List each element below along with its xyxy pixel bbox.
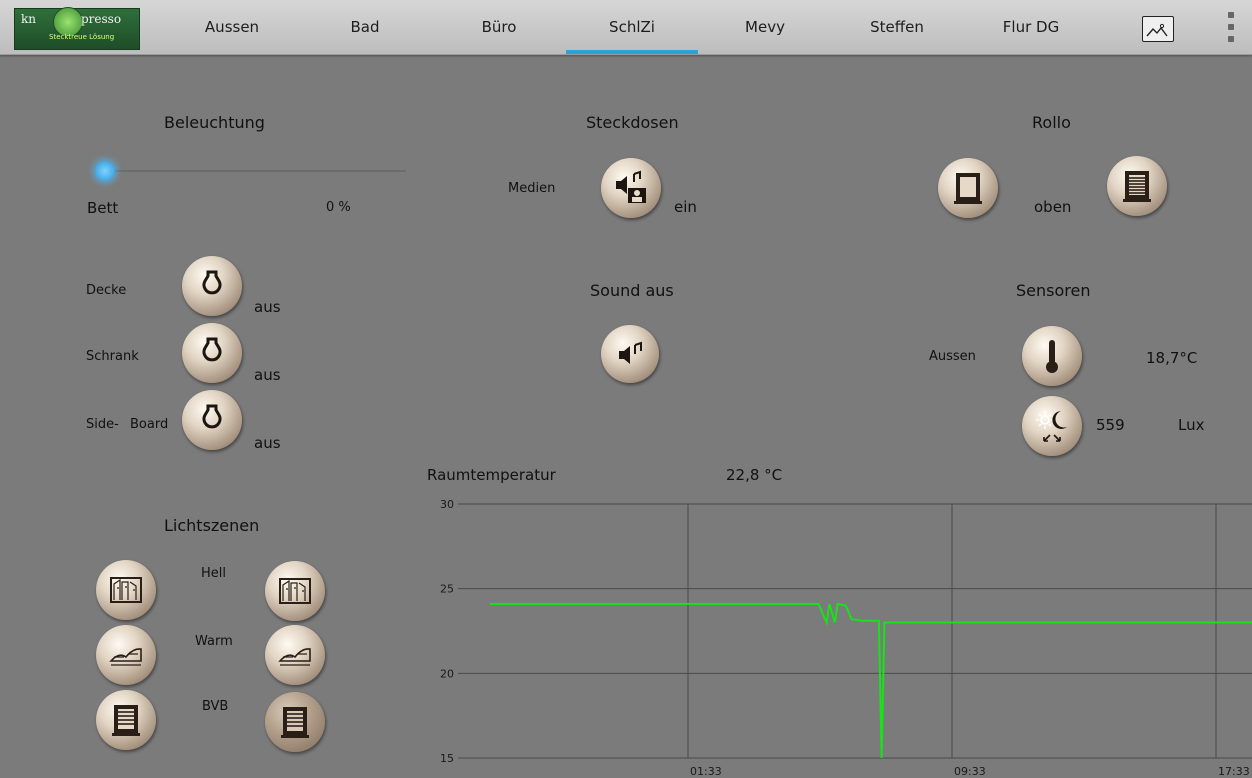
tab-aussen[interactable]: Aussen xyxy=(168,0,296,54)
bulb-icon xyxy=(202,337,222,362)
media-icon xyxy=(616,170,646,203)
medien-label: Medien xyxy=(508,181,556,196)
tab-schlzi[interactable]: SchlZi xyxy=(566,0,698,54)
raumtemperatur-label: Raumtemperatur xyxy=(427,466,556,484)
raumtemperatur-chart: 15 20 25 30 01:33 09:33 17:33 xyxy=(440,498,1252,778)
scene-bvb-off-button[interactable] xyxy=(265,692,325,752)
window-up-icon xyxy=(954,173,982,204)
chart-y-tick-label: 20 xyxy=(440,667,454,680)
aussen-sensor-label: Aussen xyxy=(929,349,976,364)
chart-y-ticks: 15 20 25 30 xyxy=(440,498,454,765)
chart-x-tick-label: 09:33 xyxy=(954,765,986,778)
rollo-title: Rollo xyxy=(1032,113,1071,132)
rollo-down-button[interactable] xyxy=(1107,156,1167,216)
tab-bad[interactable]: Bad xyxy=(300,0,430,54)
scene-hell-off-button[interactable] xyxy=(265,561,325,621)
window-down-icon xyxy=(1123,171,1151,202)
steckdosen-title: Steckdosen xyxy=(586,113,679,132)
top-navigation-bar: kn presso Stecktreue Lösung Aussen Bad B… xyxy=(0,0,1252,55)
lux-value: 559 xyxy=(1096,416,1125,434)
lux-sensor-button[interactable] xyxy=(1022,396,1082,456)
chart-grid xyxy=(458,503,1252,759)
scene-bvb-on-button[interactable] xyxy=(96,690,156,750)
rollo-up-button[interactable] xyxy=(938,158,998,218)
scene-bvb-icon xyxy=(281,707,309,738)
medien-state: ein xyxy=(674,198,697,216)
medien-button[interactable] xyxy=(601,158,661,218)
scene-bvb-label: BVB xyxy=(202,699,229,714)
chart-x-ticks: 01:33 09:33 17:33 xyxy=(690,765,1250,778)
bulb-icon xyxy=(202,404,222,429)
bett-value: 0 % xyxy=(326,200,351,215)
chart-y-tick-label: 15 xyxy=(440,752,454,765)
scene-warm-icon xyxy=(109,648,142,666)
scene-warm-label: Warm xyxy=(195,634,233,649)
scene-bvb-icon xyxy=(112,705,140,736)
tab-mevy[interactable]: Mevy xyxy=(700,0,830,54)
sideboard-label-b: Board xyxy=(130,417,169,432)
speaker-icon xyxy=(619,341,642,364)
decke-label: Decke xyxy=(86,283,127,298)
aussen-temperature-button[interactable] xyxy=(1022,326,1082,386)
chart-y-tick-label: 25 xyxy=(440,583,454,596)
schrank-label: Schrank xyxy=(86,349,139,364)
bulb-icon xyxy=(202,270,222,295)
thermometer-icon xyxy=(1046,340,1058,373)
logo-text-left: kn xyxy=(21,12,36,26)
bett-dimmer-knob[interactable] xyxy=(95,161,115,181)
tab-buero[interactable]: Büro xyxy=(434,0,564,54)
overflow-menu-icon[interactable] xyxy=(1225,10,1237,44)
sideboard-button[interactable] xyxy=(182,390,242,450)
scene-warm-on-button[interactable] xyxy=(96,625,156,685)
scene-hell-label: Hell xyxy=(201,566,226,581)
chart-x-tick-label: 01:33 xyxy=(690,765,722,778)
schrank-button[interactable] xyxy=(182,323,242,383)
image-button[interactable] xyxy=(1142,16,1174,42)
raumtemperatur-value: 22,8 °C xyxy=(726,466,783,484)
sensoren-title: Sensoren xyxy=(1016,281,1091,300)
scene-hell-on-button[interactable] xyxy=(96,560,156,620)
scene-warm-off-button[interactable] xyxy=(265,625,325,685)
tab-steffen[interactable]: Steffen xyxy=(832,0,962,54)
scene-hell-icon xyxy=(110,577,142,603)
bett-label: Bett xyxy=(87,199,119,217)
lux-unit: Lux xyxy=(1178,416,1205,434)
sideboard-label-a: Side- xyxy=(86,417,119,432)
beleuchtung-title: Beleuchtung xyxy=(164,113,265,132)
logo-text-right: presso xyxy=(81,12,122,26)
chart-series-line xyxy=(490,602,1252,759)
picture-icon xyxy=(1146,23,1168,37)
decke-state: aus xyxy=(254,298,281,316)
lichtszenen-title: Lichtszenen xyxy=(164,516,260,535)
sun-moon-icon xyxy=(1036,411,1067,442)
sideboard-state: aus xyxy=(254,434,281,452)
schrank-state: aus xyxy=(254,366,281,384)
logo-tagline: Stecktreue Lösung xyxy=(49,33,115,41)
chart-y-tick-label: 30 xyxy=(440,498,454,511)
tab-flur-dg[interactable]: Flur DG xyxy=(966,0,1096,54)
decke-button[interactable] xyxy=(182,256,242,316)
sound-button[interactable] xyxy=(601,325,659,383)
scene-warm-icon xyxy=(278,648,311,666)
scene-hell-icon xyxy=(279,578,311,604)
chart-x-tick-label: 17:33 xyxy=(1218,765,1250,778)
knxpresso-logo: kn presso Stecktreue Lösung xyxy=(14,7,140,50)
sound-title: Sound aus xyxy=(590,281,674,300)
aussen-temperature-value: 18,7°C xyxy=(1146,349,1198,367)
rollo-state: oben xyxy=(1034,198,1072,216)
bett-dimmer-track[interactable] xyxy=(104,170,406,172)
